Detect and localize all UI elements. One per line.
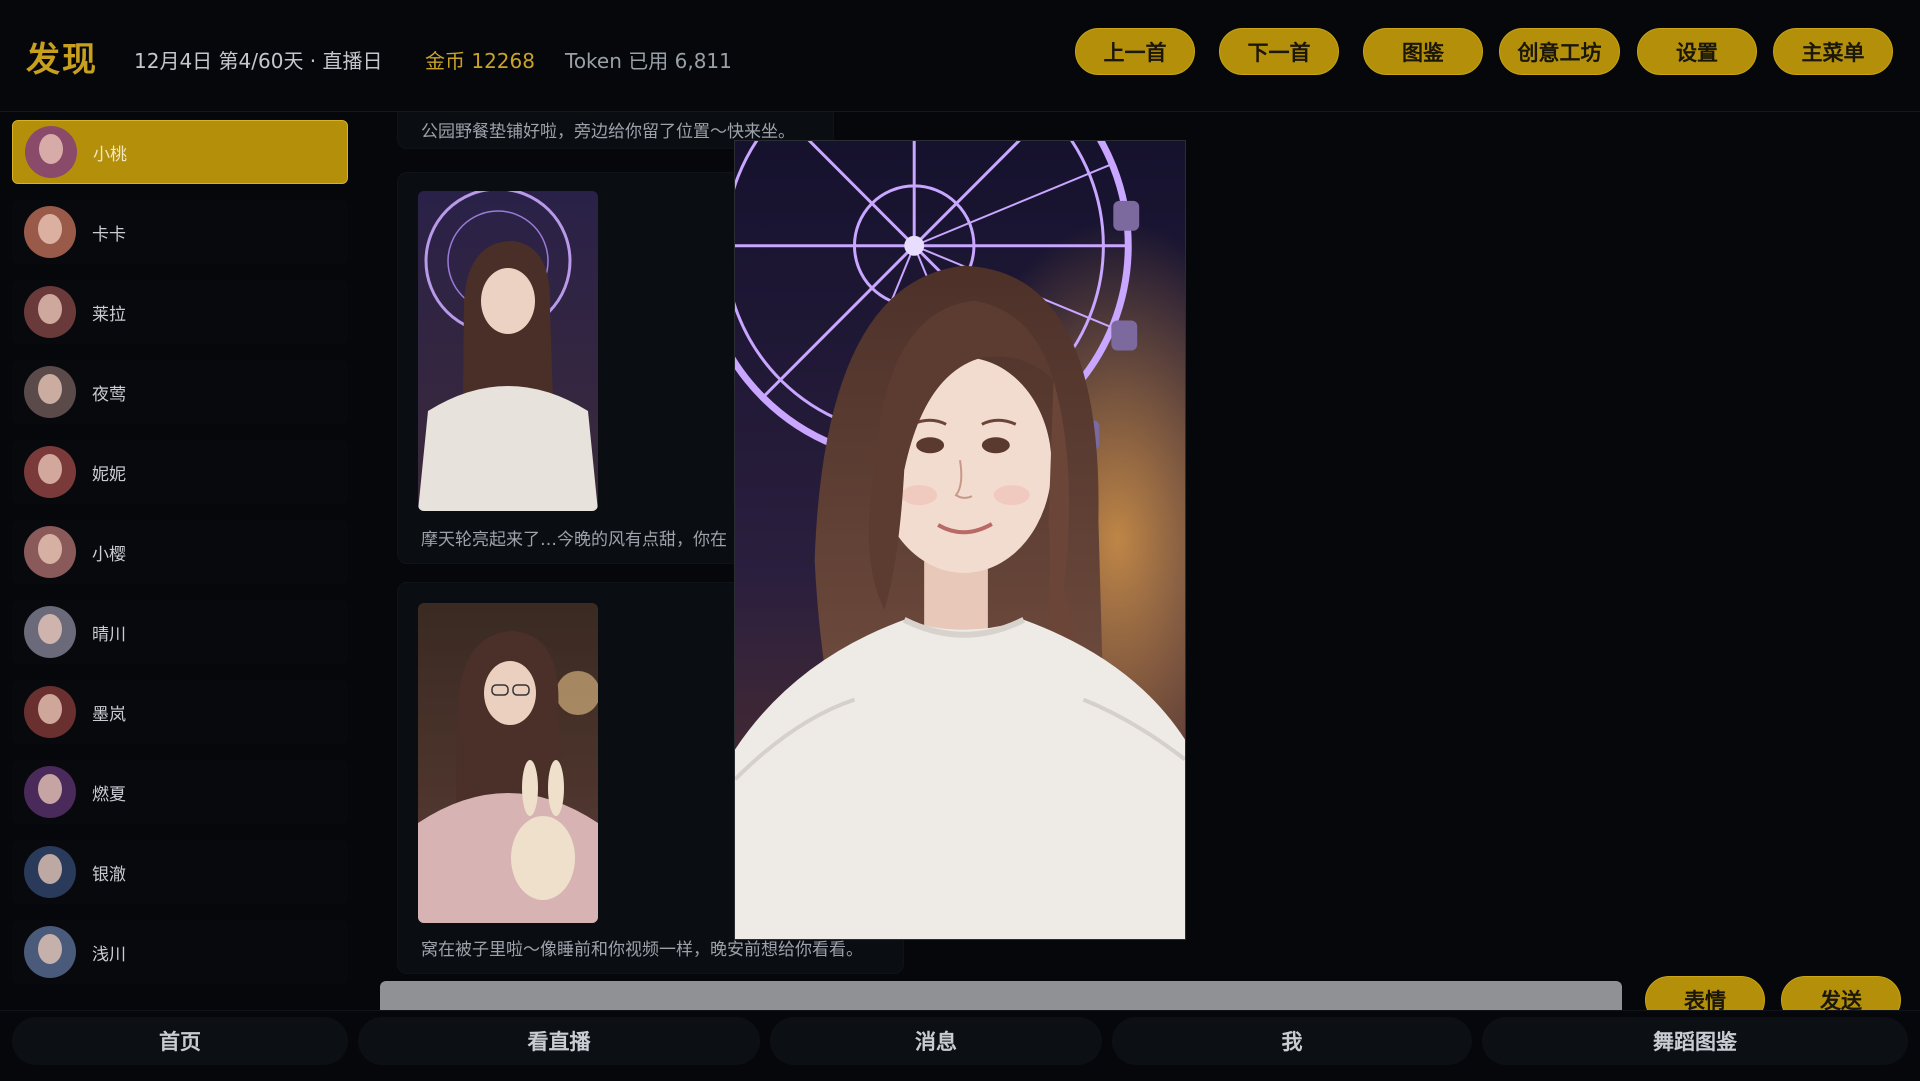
collection-button[interactable]: 图鉴 — [1363, 28, 1483, 75]
nav-tab-dance-collection[interactable]: 舞蹈图鉴 — [1482, 1017, 1908, 1065]
next-song-button[interactable]: 下一首 — [1219, 28, 1339, 75]
message-text: 摩天轮亮起来了…今晚的风有点甜，你在 — [421, 530, 727, 550]
contact-name: 小桃 — [93, 144, 127, 165]
contact-item[interactable]: 妮妮 — [12, 440, 348, 504]
avatar-icon — [24, 846, 76, 898]
contact-name: 莱拉 — [92, 304, 126, 325]
top-header: 发现 12月4日 第4/60天 · 直播日 金币 12268 Token 已用 … — [0, 0, 1920, 112]
photo-preview-image — [735, 141, 1185, 939]
token-usage: Token 已用 6,811 — [565, 49, 732, 73]
avatar-icon — [24, 686, 76, 738]
contact-item[interactable]: 浅川 — [12, 920, 348, 984]
bottom-nav: 首页 看直播 消息 我 舞蹈图鉴 — [0, 1010, 1920, 1081]
contact-name: 妮妮 — [92, 464, 126, 485]
avatar-icon — [24, 606, 76, 658]
nav-tab-live[interactable]: 看直播 — [358, 1017, 760, 1065]
contact-name: 银澈 — [92, 864, 126, 885]
settings-button[interactable]: 设置 — [1637, 28, 1757, 75]
avatar-icon — [25, 126, 77, 178]
workshop-button[interactable]: 创意工坊 — [1499, 28, 1620, 75]
page-title: 发现 — [26, 40, 98, 80]
contact-item[interactable]: 小樱 — [12, 520, 348, 584]
nav-tab-me[interactable]: 我 — [1112, 1017, 1472, 1065]
contact-item[interactable]: 银澈 — [12, 840, 348, 904]
contact-name: 卡卡 — [92, 224, 126, 245]
avatar-icon — [24, 366, 76, 418]
contact-item[interactable]: 燃夏 — [12, 760, 348, 824]
contact-item[interactable]: 卡卡 — [12, 200, 348, 264]
avatar-icon — [24, 926, 76, 978]
contact-name: 夜莺 — [92, 384, 126, 405]
contact-item[interactable]: 夜莺 — [12, 360, 348, 424]
nav-tab-home[interactable]: 首页 — [12, 1017, 348, 1065]
photo-viewer[interactable] — [734, 140, 1186, 940]
avatar-icon — [24, 766, 76, 818]
date-day-info: 12月4日 第4/60天 · 直播日 — [134, 49, 383, 73]
avatar-icon — [24, 206, 76, 258]
message-text: 公园野餐垫铺好啦，旁边给你留了位置～快来坐。 — [421, 122, 795, 142]
avatar-icon — [24, 446, 76, 498]
contact-item[interactable]: 晴川 — [12, 600, 348, 664]
contact-item[interactable]: 小桃 — [12, 120, 348, 184]
avatar-icon — [24, 526, 76, 578]
contact-name: 燃夏 — [92, 784, 126, 805]
contact-sidebar: 小桃 卡卡 莱拉 夜莺 妮妮 小樱 晴川 墨岚 燃夏 银澈 浅川 — [0, 112, 360, 1012]
contact-item[interactable]: 莱拉 — [12, 280, 348, 344]
contact-name: 晴川 — [92, 624, 126, 645]
previous-song-button[interactable]: 上一首 — [1075, 28, 1195, 75]
message-photo[interactable] — [418, 603, 598, 923]
coin-balance: 金币 12268 — [425, 49, 535, 73]
contact-item[interactable]: 墨岚 — [12, 680, 348, 744]
contact-name: 浅川 — [92, 944, 126, 965]
contact-name: 小樱 — [92, 544, 126, 565]
message-photo[interactable] — [418, 191, 598, 511]
nav-tab-messages[interactable]: 消息 — [770, 1017, 1102, 1065]
avatar-icon — [24, 286, 76, 338]
main-menu-button[interactable]: 主菜单 — [1773, 28, 1893, 75]
contact-name: 墨岚 — [92, 704, 126, 725]
